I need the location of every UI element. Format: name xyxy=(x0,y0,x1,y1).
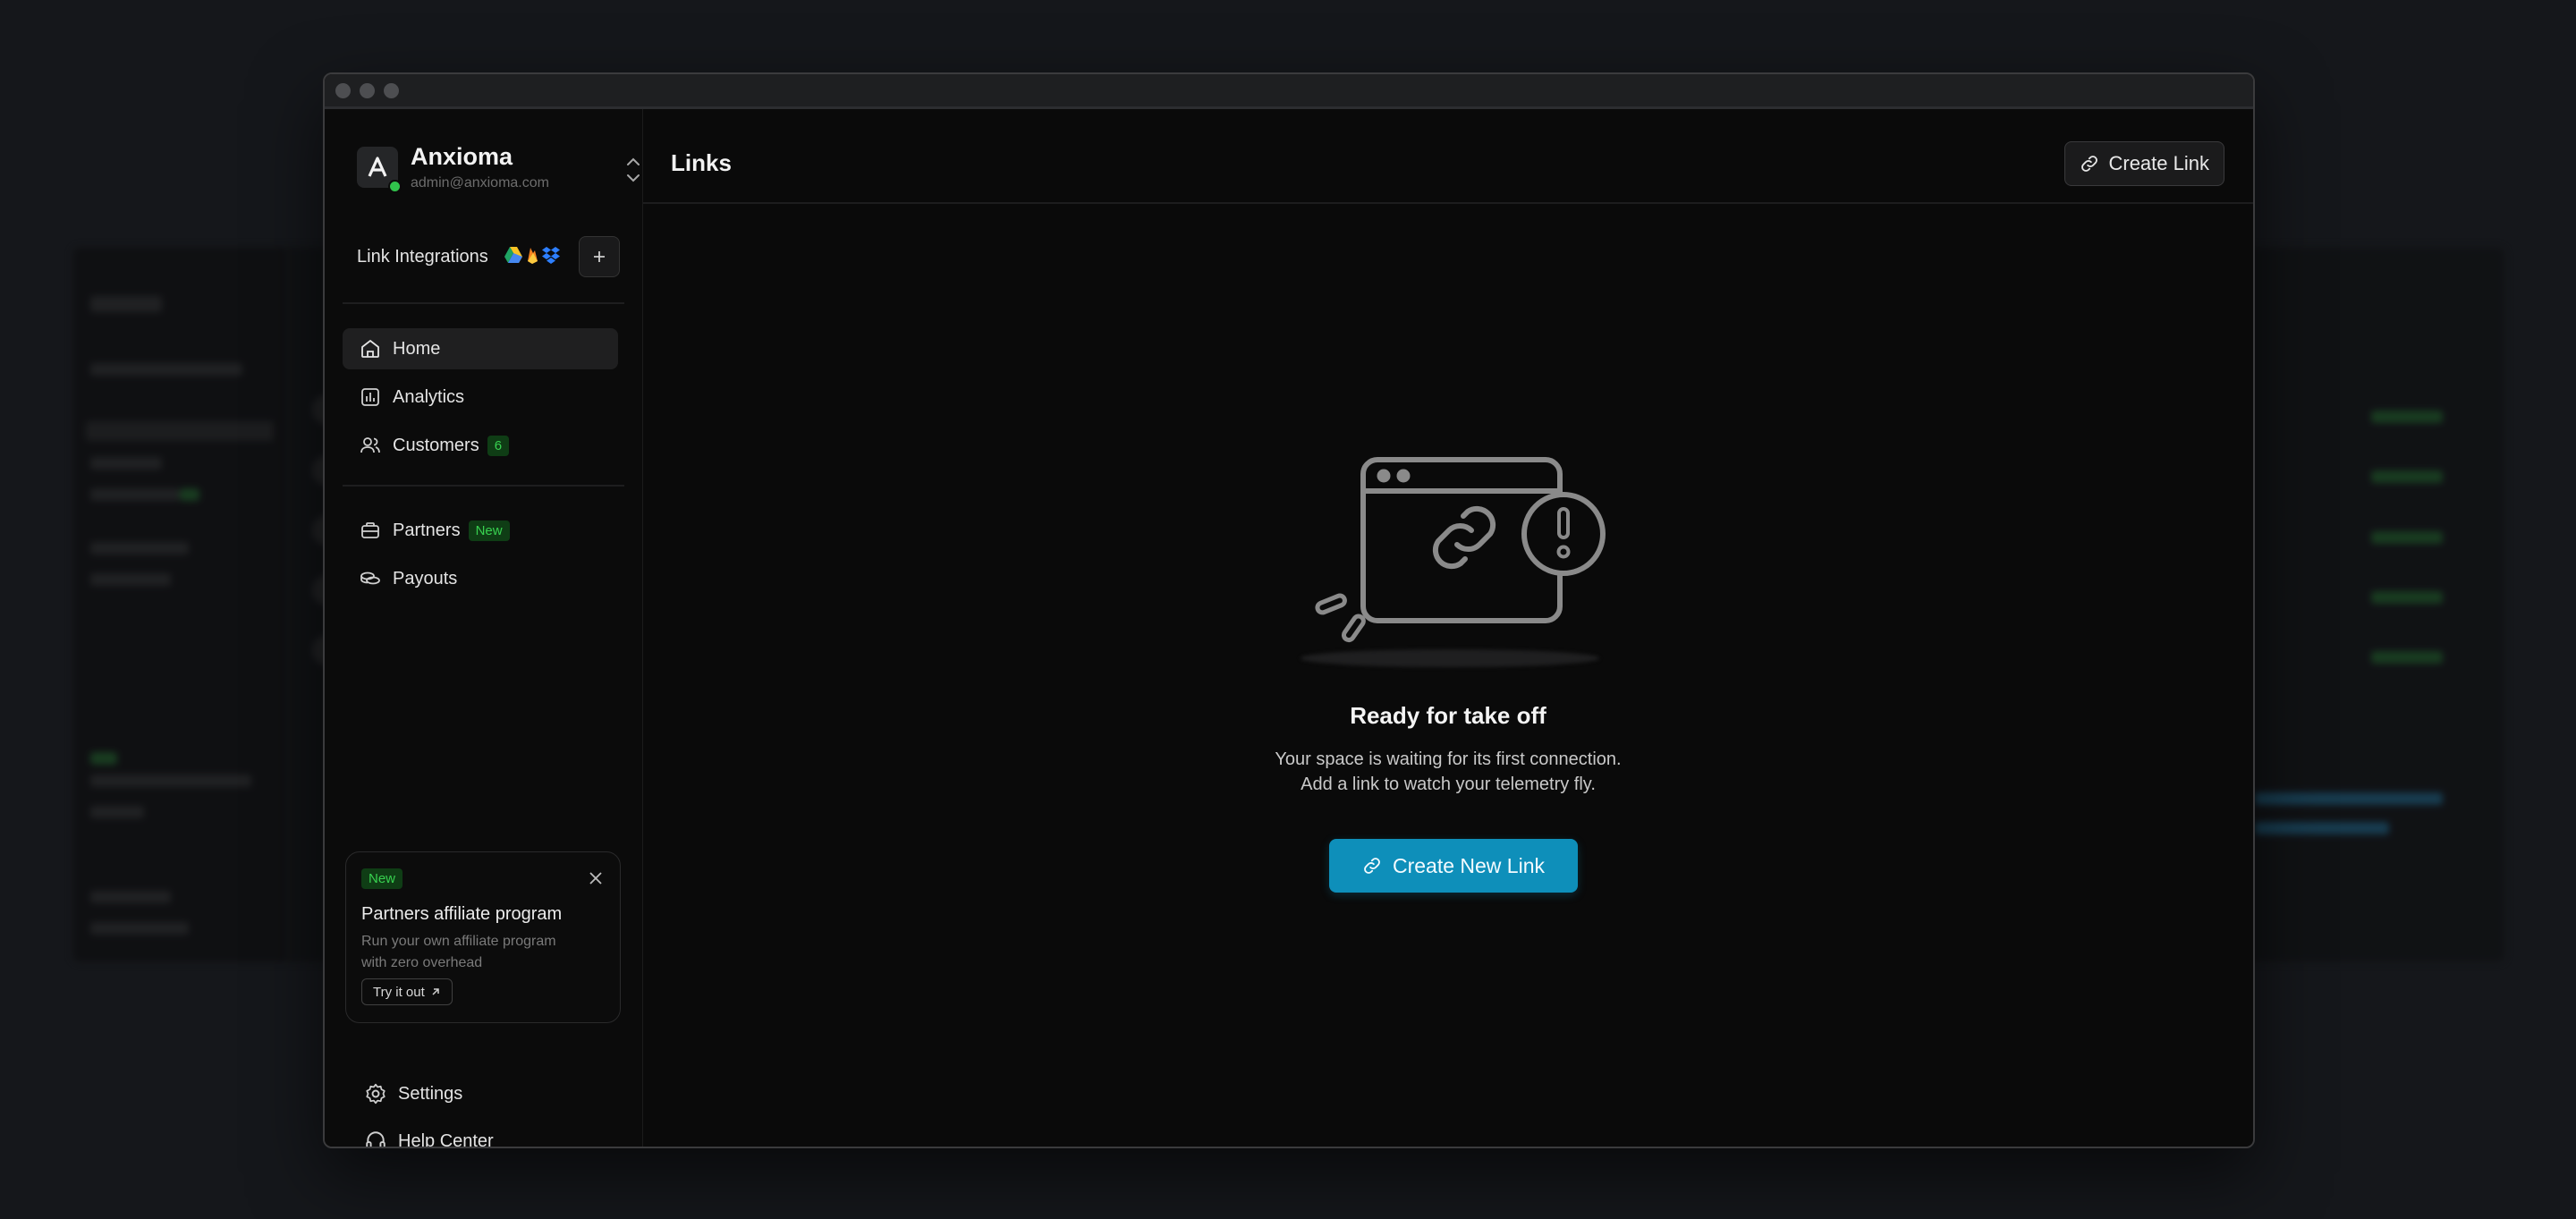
plus-icon xyxy=(594,251,605,262)
sidebar-item-label: Partners xyxy=(393,520,461,540)
promo-description: Run your own affiliate program with zero… xyxy=(361,934,556,970)
sidebar-divider xyxy=(343,485,624,487)
create-new-link-label: Create New Link xyxy=(1392,853,1546,877)
anxioma-logo-icon xyxy=(368,157,387,177)
sidebar: Anxioma admin@anxioma.com Link Integrati… xyxy=(325,109,642,1147)
broken-link-window-illustration xyxy=(1315,457,1606,643)
home-icon xyxy=(359,337,382,360)
online-status-dot xyxy=(388,180,402,193)
sidebar-item-home[interactable]: Home xyxy=(343,328,618,369)
workspace-name: Anxioma xyxy=(411,143,513,170)
background-sidebar xyxy=(72,247,288,962)
workspace-logo xyxy=(357,147,402,193)
sidebar-item-label: Analytics xyxy=(393,386,465,407)
empty-state-line-1: Your space is waiting for its first conn… xyxy=(1275,749,1622,769)
create-link-label: Create Link xyxy=(2108,152,2209,174)
empty-state-line-2: Add a link to watch your telemetry fly. xyxy=(1301,775,1596,794)
arrow-up-right-icon xyxy=(432,988,439,995)
headset-icon xyxy=(366,1131,386,1147)
try-it-out-button[interactable]: Try it out xyxy=(361,978,453,1005)
promo-title: Partners affiliate program xyxy=(361,904,563,924)
sidebar-item-label: Customers xyxy=(393,435,479,455)
link-integrations-label: Link Integrations xyxy=(357,247,488,267)
add-integration-button[interactable] xyxy=(579,236,620,277)
sidebar-item-payouts[interactable]: Payouts xyxy=(343,558,618,599)
workspace-switcher[interactable]: Anxioma admin@anxioma.com xyxy=(357,143,640,197)
integration-icons xyxy=(504,245,561,267)
window-maximize-dot[interactable] xyxy=(384,83,399,98)
link-icon xyxy=(1364,858,1380,874)
page-title: Links xyxy=(671,149,732,176)
create-new-link-button[interactable]: Create New Link xyxy=(1329,839,1578,893)
workspace-email: admin@anxioma.com xyxy=(411,175,549,190)
google-drive-icon xyxy=(504,247,522,263)
window-close-dot[interactable] xyxy=(335,83,351,98)
main-content: Links Create Link Ready for take off You… xyxy=(642,109,2253,1147)
empty-state-title: Ready for take off xyxy=(1350,702,1546,729)
sidebar-item-label: Payouts xyxy=(393,568,458,588)
sidebar-item-settings[interactable]: Settings xyxy=(364,1079,462,1108)
window-minimize-dot[interactable] xyxy=(360,83,375,98)
page-header: Links Create Link xyxy=(643,109,2253,204)
window-titlebar xyxy=(325,74,2253,109)
coins-icon xyxy=(359,567,382,590)
promo-new-badge: New xyxy=(361,868,403,889)
close-icon[interactable] xyxy=(586,868,606,888)
sidebar-item-customers[interactable]: Customers 6 xyxy=(343,425,618,466)
sidebar-divider xyxy=(343,302,624,304)
create-link-button[interactable]: Create Link xyxy=(2064,141,2224,186)
sidebar-item-help-center[interactable]: Help Center xyxy=(364,1127,494,1148)
firebase-icon xyxy=(528,248,538,264)
try-it-out-label: Try it out xyxy=(373,984,425,1000)
dropbox-icon xyxy=(542,247,560,264)
sidebar-item-partners[interactable]: Partners New xyxy=(343,510,618,551)
users-icon xyxy=(359,434,382,457)
briefcase-icon xyxy=(359,519,382,542)
customers-count-badge: 6 xyxy=(487,435,510,456)
chevron-up-down-icon[interactable] xyxy=(623,152,643,188)
link-icon xyxy=(2081,156,2098,172)
partners-promo-card: New Partners affiliate program Run your … xyxy=(345,851,621,1023)
gear-icon xyxy=(366,1083,386,1105)
analytics-icon xyxy=(359,385,382,409)
empty-state-description: Your space is waiting for its first conn… xyxy=(643,747,2253,797)
sidebar-item-label: Home xyxy=(393,338,441,359)
settings-label: Settings xyxy=(398,1083,463,1104)
app-window: Anxioma admin@anxioma.com Link Integrati… xyxy=(323,72,2255,1148)
help-center-label: Help Center xyxy=(398,1130,494,1148)
partners-new-badge: New xyxy=(468,520,510,541)
link-integrations: Link Integrations xyxy=(357,236,620,277)
sidebar-item-analytics[interactable]: Analytics xyxy=(343,377,618,418)
